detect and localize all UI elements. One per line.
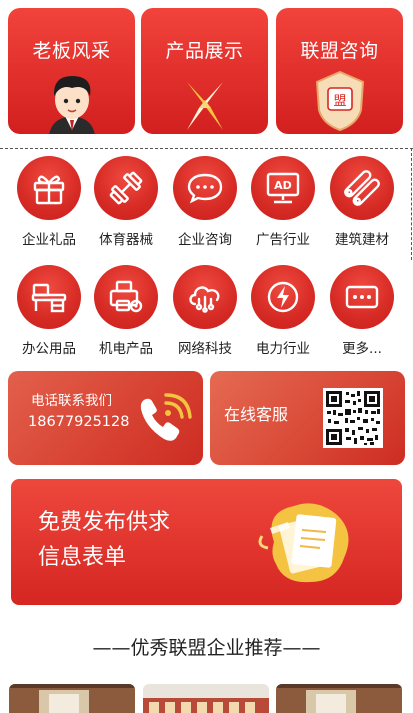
lightning-icon (251, 265, 315, 329)
category-building[interactable]: 建筑建材 (321, 156, 403, 248)
qr-code-icon (323, 388, 383, 448)
online-service-label: 在线客服 (224, 405, 289, 424)
tile-boss[interactable]: 老板风采 (8, 8, 135, 134)
company-photo-image (9, 684, 135, 713)
shield-text: 盟 (333, 94, 346, 109)
category-label: 电力行业 (256, 341, 310, 357)
tile-products[interactable]: 产品展示 (141, 8, 268, 134)
publish-supply-demand-banner[interactable]: 免费发布供求 信息表单 (11, 479, 402, 605)
banner-line2: 信息表单 (38, 545, 127, 570)
cloud-network-icon (173, 265, 237, 329)
category-label: 网络科技 (178, 341, 232, 357)
category-office[interactable]: 办公用品 (8, 265, 90, 357)
chat-icon (173, 156, 237, 220)
more-icon (330, 265, 394, 329)
category-label: 机电产品 (99, 341, 153, 357)
category-sports[interactable]: 体育器械 (85, 156, 167, 248)
ad-icon-text: AD (274, 179, 292, 192)
boss-cartoon-icon (48, 76, 95, 134)
company-photo-image (143, 684, 269, 713)
form-documents-icon (258, 503, 349, 583)
online-service-card[interactable]: 在线客服 (210, 371, 405, 465)
company-photo-image (276, 684, 402, 713)
tile-boss-title: 老板风采 (32, 40, 111, 62)
section-divider-right (411, 148, 412, 260)
company-thumbnail[interactable] (9, 684, 135, 713)
product-star-icon (186, 82, 223, 130)
tile-alliance[interactable]: 联盟咨询 盟 (276, 8, 403, 134)
category-label: 体育器械 (99, 232, 153, 248)
dumbbell-icon (94, 156, 158, 220)
pipes-icon (330, 156, 394, 220)
company-thumbnail[interactable] (276, 684, 402, 713)
phone-icon (140, 393, 192, 441)
gift-icon (17, 156, 81, 220)
category-label: 企业咨询 (178, 232, 232, 248)
phone-contact-card[interactable]: 电话联系我们 18677925128 (8, 371, 203, 465)
category-advertising[interactable]: AD 广告行业 (242, 156, 324, 248)
category-label: 更多... (342, 341, 382, 357)
phone-number: 18677925128 (28, 414, 130, 430)
phone-label: 电话联系我们 (31, 393, 112, 409)
banner-line1: 免费发布供求 (38, 510, 171, 535)
alliance-shield-icon: 盟 (315, 70, 364, 132)
category-label: 广告行业 (256, 232, 310, 248)
tile-alliance-title: 联盟咨询 (300, 40, 379, 62)
category-electromechanical[interactable]: 机电产品 (85, 265, 167, 357)
office-desk-icon (17, 265, 81, 329)
category-network[interactable]: 网络科技 (164, 265, 246, 357)
category-more[interactable]: 更多... (321, 265, 403, 357)
company-thumbnail[interactable] (143, 684, 269, 713)
section-divider (0, 148, 413, 149)
category-power[interactable]: 电力行业 (242, 265, 324, 357)
section-title: ——优秀联盟企业推荐—— (92, 637, 321, 659)
tile-products-title: 产品展示 (165, 40, 244, 62)
category-label: 建筑建材 (335, 232, 389, 248)
category-gifts[interactable]: 企业礼品 (8, 156, 90, 248)
category-consulting[interactable]: 企业咨询 (164, 156, 246, 248)
category-label: 办公用品 (22, 341, 76, 357)
category-label: 企业礼品 (22, 232, 76, 248)
ad-board-icon: AD (251, 156, 315, 220)
printer-gear-icon (94, 265, 158, 329)
